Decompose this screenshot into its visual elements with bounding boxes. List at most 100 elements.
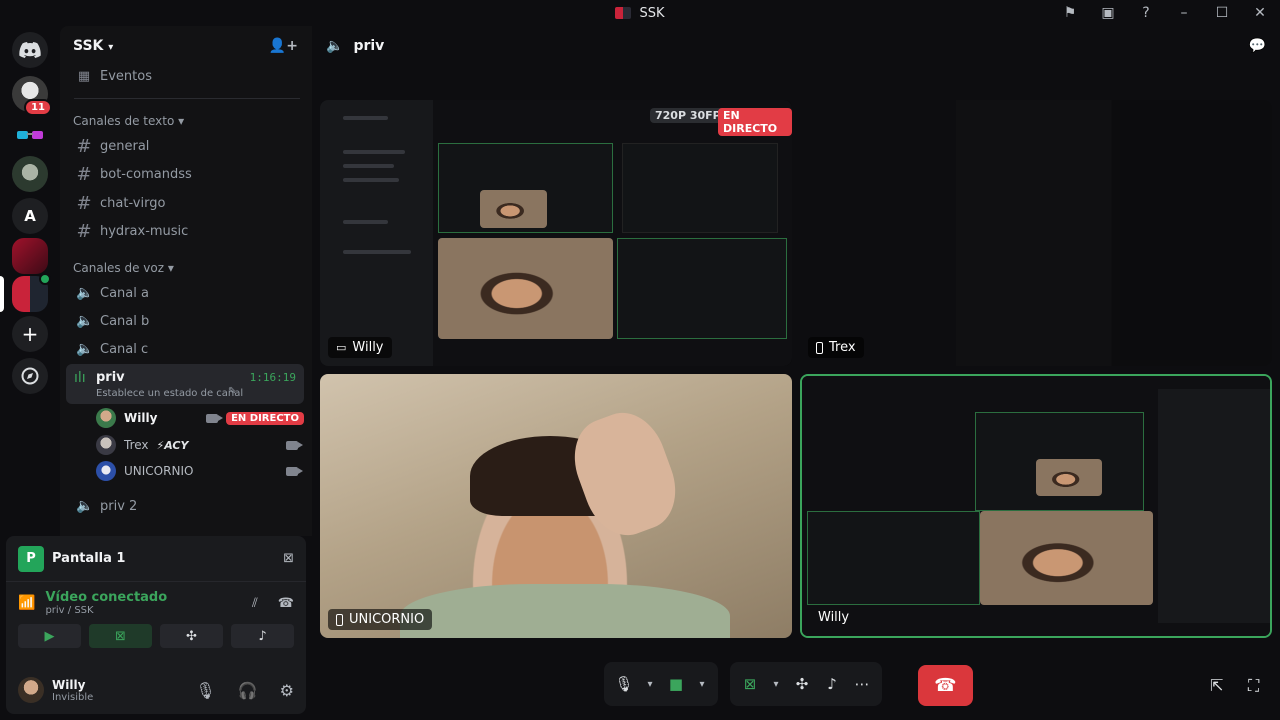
fullscreen-icon[interactable]: ⛶ [1248, 676, 1259, 696]
stop-stream-icon[interactable]: ⊠ [283, 551, 294, 566]
server-ssk[interactable] [12, 273, 51, 312]
voice-user-trex[interactable]: Trex ⚡ACY [96, 433, 304, 457]
soundboard-icon[interactable]: ♪ [818, 666, 846, 702]
disconnect-icon[interactable]: ☎ [278, 596, 294, 611]
channel-status-input[interactable]: Establece un estado de canal [96, 388, 243, 399]
avatar[interactable] [18, 677, 44, 703]
voice-user-name: Trex [124, 438, 149, 452]
settings-gear-icon[interactable]: ⚙ [280, 681, 294, 700]
channel-hydrax-music[interactable]: # hydrax-music [68, 217, 304, 245]
video-tile-trex[interactable]: Trex [800, 100, 1272, 366]
mic-camera-controls: 🎙 ▾ ■ ▾ [604, 662, 718, 706]
server-glasses-icon[interactable] [12, 118, 48, 154]
channel-label: bot-comandss [100, 166, 192, 182]
server-header[interactable]: SSK ▾ 👤+ [60, 26, 312, 66]
tile-label: ▭ Willy [328, 337, 392, 358]
video-tile-unicornio[interactable]: UNICORNIO [320, 374, 792, 638]
tile-name: UNICORNIO [349, 612, 425, 627]
soundboard-button[interactable]: ♪ [231, 624, 294, 648]
connection-location[interactable]: priv / SSK [45, 605, 167, 616]
hash-icon: # [76, 192, 92, 214]
add-member-icon[interactable]: 👤+ [269, 38, 298, 54]
minimize-icon[interactable]: – [1172, 2, 1196, 24]
voice-channel-b[interactable]: 🔈 Canal b [68, 307, 304, 335]
camera-options-chevron-icon[interactable]: ▾ [692, 666, 712, 702]
server-logo-icon [615, 7, 632, 19]
speaker-icon: 🔈 [326, 38, 344, 54]
server-a[interactable]: A [12, 198, 48, 234]
flag-icon[interactable]: ⚑ [1058, 2, 1082, 24]
server-avatar-5[interactable] [12, 238, 48, 274]
screen-share-icon[interactable]: ▣ [1096, 2, 1120, 24]
camera-button[interactable]: ▶ [18, 624, 81, 648]
stream-tile-willy[interactable]: 720P 30FPS EN DIRECTO ▭ Willy [320, 100, 792, 366]
screen-share-button[interactable]: ⊠ [89, 624, 152, 648]
help-icon[interactable]: ? [1134, 2, 1158, 24]
title-bar: SSK ⚑ ▣ ? – ☐ ✕ [0, 0, 1280, 26]
home-icon[interactable] [12, 32, 48, 68]
chat-bubble-icon[interactable]: 💬 [1249, 38, 1266, 54]
headphones-icon[interactable]: 🎧 [238, 681, 258, 700]
avatar [96, 435, 116, 455]
voice-category[interactable]: Canales de voz ▾ [73, 261, 174, 275]
voice-user-name: UNICORNIO [124, 464, 194, 478]
screen-avatar: P [18, 545, 44, 572]
tile-name: Willy [352, 340, 384, 355]
share-controls: ⊠ ▾ ✣ ♪ ⋯ [730, 662, 882, 706]
window-title-text: SSK [639, 5, 665, 21]
camera-icon [206, 413, 224, 423]
end-call-button[interactable]: ☎ [918, 665, 973, 706]
microphone-icon[interactable]: 🎙 [195, 681, 215, 700]
screen-share-icon[interactable]: ⊠ [736, 666, 764, 702]
selected-server-indicator [0, 276, 4, 312]
voice-user-willy[interactable]: Willy EN DIRECTO [96, 406, 304, 430]
voice-channel-priv-2[interactable]: 🔈 priv 2 [68, 492, 304, 520]
text-category[interactable]: Canales de texto ▾ [73, 114, 184, 128]
chevron-down-icon: ▾ [108, 42, 114, 53]
channel-label: Canal b [100, 313, 150, 329]
edit-pencil-icon[interactable]: ✎ [228, 386, 236, 397]
hash-icon: # [76, 220, 92, 242]
window-title: SSK [615, 5, 665, 21]
nested-sidebar [1157, 389, 1270, 623]
channel-title: priv [353, 38, 385, 54]
share-options-chevron-icon[interactable]: ▾ [766, 666, 786, 702]
user-row: Willy Invisible 🎙 🎧 ⚙ [6, 666, 306, 714]
more-options-icon[interactable]: ⋯ [848, 666, 876, 702]
microphone-icon[interactable]: 🎙 [610, 666, 638, 702]
mobile-icon [336, 613, 343, 626]
discover-icon[interactable] [12, 358, 48, 394]
channel-chat-virgo[interactable]: # chat-virgo [68, 189, 304, 217]
call-timer: 1:16:19 [249, 371, 296, 384]
webcam-shirt [400, 584, 730, 638]
screen-share-row: P Pantalla 1 ⊠ [6, 536, 306, 582]
calendar-icon: ▦ [77, 68, 91, 84]
activities-icon[interactable]: ✣ [788, 666, 816, 702]
maximize-icon[interactable]: ☐ [1210, 2, 1234, 24]
channel-sidebar: SSK ▾ 👤+ ▦ Eventos Canales de texto ▾ # g… [60, 26, 312, 536]
stream-tile-willy-screen[interactable]: Willy [800, 374, 1272, 638]
user-name: Willy [52, 677, 86, 692]
add-server-icon[interactable]: + [12, 316, 48, 352]
channel-label: chat-virgo [100, 195, 166, 211]
camera-toggle-icon[interactable]: ■ [662, 666, 690, 702]
activities-button[interactable]: ✣ [160, 624, 223, 648]
active-voice-channel[interactable]: ılı priv 1:16:19 Establece un estado de … [66, 364, 304, 404]
noise-suppression-icon[interactable]: ⫽ [252, 596, 258, 611]
text-category-label: Canales de texto [73, 114, 175, 128]
voice-channel-c[interactable]: 🔈 Canal c [68, 335, 304, 363]
server-avatar-3[interactable] [12, 156, 48, 192]
connection-status[interactable]: Vídeo conectado [45, 590, 167, 605]
mic-options-chevron-icon[interactable]: ▾ [640, 666, 660, 702]
voice-user-unicornio[interactable]: UNICORNIO [96, 459, 304, 483]
server-avatar-1[interactable]: 11 [12, 76, 52, 116]
channel-bot-comandss[interactable]: # bot-comandss [68, 160, 304, 188]
channel-general[interactable]: # general [68, 132, 304, 160]
popout-icon[interactable]: ⇱ [1210, 676, 1223, 695]
voice-channel-a[interactable]: 🔈 Canal a [68, 279, 304, 307]
events-link[interactable]: ▦ Eventos [68, 62, 304, 90]
nested-screen [802, 376, 1270, 636]
close-icon[interactable]: ✕ [1248, 2, 1272, 24]
share-group: ⊠ ▾ ✣ ♪ ⋯ [730, 662, 882, 706]
mobile-icon [816, 341, 823, 354]
